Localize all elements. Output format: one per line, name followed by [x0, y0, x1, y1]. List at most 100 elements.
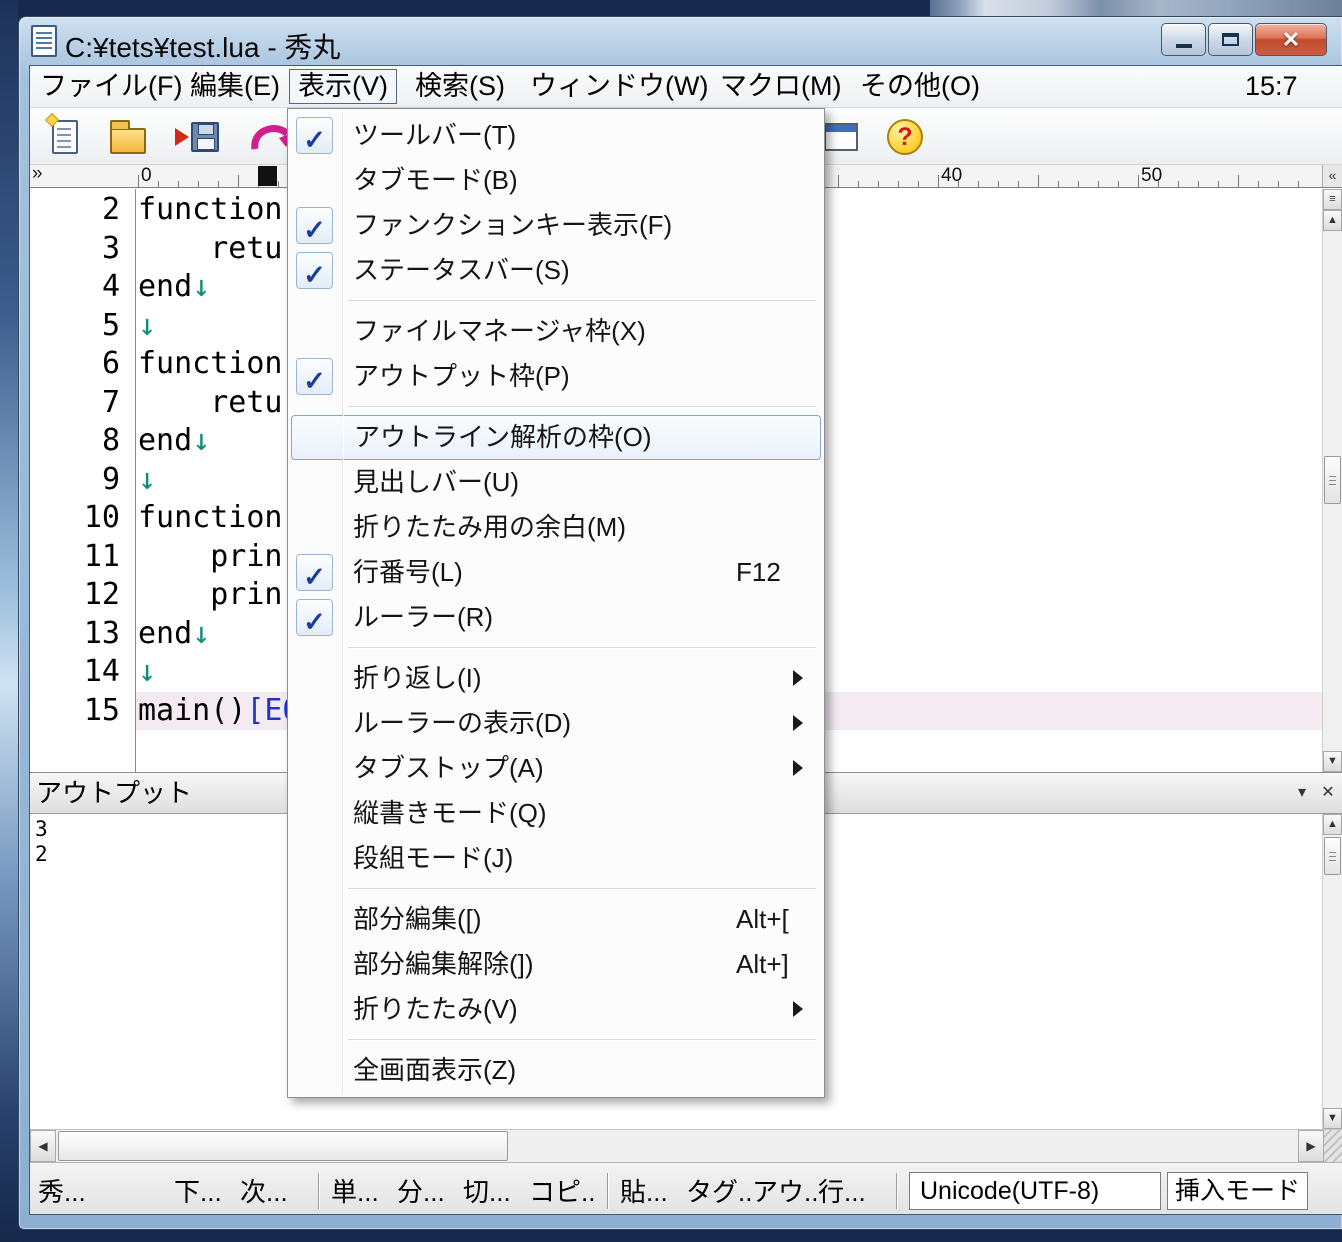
menu-item[interactable]: 縦書きモード(Q)	[291, 791, 821, 836]
menu-item-shortcut: F12	[736, 550, 781, 595]
newline-mark-icon: ↓	[138, 654, 156, 689]
minimize-button[interactable]	[1161, 23, 1206, 56]
function-key-button[interactable]: 切...	[463, 1172, 529, 1209]
scroll-down-icon[interactable]: ▼	[1323, 751, 1342, 772]
chevron-double-right-icon[interactable]: »	[32, 163, 43, 185]
function-key-button[interactable]: タグ...	[686, 1172, 752, 1209]
separator	[318, 1173, 319, 1209]
line-number: 9	[30, 461, 135, 500]
menu-macro[interactable]: マクロ(M)	[717, 69, 844, 104]
menu-item-label: ツールバー(T)	[353, 120, 516, 150]
menu-item[interactable]: ルーラーの表示(D)	[291, 701, 821, 746]
save-button[interactable]	[168, 114, 226, 160]
menu-item[interactable]: ファイルマネージャ枠(X)	[291, 309, 821, 354]
menu-item-label: 見出しバー(U)	[353, 467, 519, 497]
function-key-button[interactable]: 単...	[331, 1172, 397, 1209]
menu-item-label: 折りたたみ(V)	[353, 994, 518, 1024]
help-icon: ?	[887, 119, 923, 155]
menu-item-label: ルーラーの表示(D)	[353, 708, 571, 738]
menu-item[interactable]: ✓ ファンクションキー表示(F)	[291, 203, 821, 248]
newline-mark-icon: ↓	[138, 308, 156, 343]
checkmark-icon: ✓	[296, 207, 333, 244]
menu-item[interactable]: 部分編集([) Alt+[	[291, 897, 821, 942]
menu-item[interactable]: 折りたたみ(V)	[291, 987, 821, 1032]
menu-item[interactable]: ✓ ルーラー(R)	[291, 595, 821, 640]
scroll-down-icon[interactable]: ▼	[1323, 1108, 1342, 1129]
menu-item-label: 部分編集([)	[353, 904, 482, 934]
menu-bar: ファイル(F) 編集(E) 表示(V) 検索(S) ウィンドウ(W) マクロ(M…	[30, 66, 1342, 108]
function-key-button[interactable]: 下...	[174, 1172, 240, 1209]
checkmark-icon: ✓	[296, 252, 333, 289]
title-bar[interactable]: C:¥tets¥test.lua - 秀丸 ✕	[19, 17, 1342, 65]
menu-item[interactable]: タブストップ(A)	[291, 746, 821, 791]
scrollbar-thumb[interactable]	[58, 1131, 508, 1161]
menu-item[interactable]: タブモード(B)	[291, 158, 821, 203]
function-key-button[interactable]: 行...	[818, 1172, 884, 1209]
menu-item[interactable]: 部分編集解除(]) Alt+]	[291, 942, 821, 987]
output-scrollbar[interactable]: ▲ ▼	[1322, 814, 1342, 1129]
menu-file[interactable]: ファイル(F)	[37, 69, 185, 104]
caret-down-icon[interactable]: ▾	[1290, 781, 1314, 805]
open-file-button[interactable]	[103, 114, 153, 160]
function-key-button[interactable]: アウ...	[752, 1172, 818, 1209]
menu-separator	[348, 406, 816, 408]
menu-item-label: 全画面表示(Z)	[353, 1055, 516, 1085]
scroll-up-icon[interactable]: ▲	[1323, 814, 1342, 835]
help-button[interactable]: ?	[880, 114, 930, 160]
function-key-button[interactable]: 貼...	[620, 1172, 686, 1209]
close-button[interactable]: ✕	[1255, 23, 1327, 56]
menu-item[interactable]: 見出しバー(U)	[291, 460, 821, 505]
menu-item[interactable]: ✓ ツールバー(T)	[291, 113, 821, 158]
menu-item[interactable]: ✓ 行番号(L) F12	[291, 550, 821, 595]
view-menu-popup: ✓ ツールバー(T) タブモード(B) ✓ ファンクションキー表示(F) ✓ ス…	[287, 108, 825, 1098]
collapse-icon[interactable]: «	[1322, 165, 1342, 187]
menu-item[interactable]: 折りたたみ用の余白(M)	[291, 505, 821, 550]
function-key-button[interactable]: 秀...	[38, 1172, 104, 1209]
menu-item-label: 行番号(L)	[353, 557, 463, 587]
menu-window[interactable]: ウィンドウ(W)	[527, 69, 711, 104]
scrollbar-track[interactable]	[1323, 835, 1342, 1108]
resize-grip[interactable]	[1324, 1130, 1342, 1162]
ruler-label: 0	[141, 165, 152, 187]
submenu-arrow-icon	[793, 760, 803, 776]
menu-item[interactable]: 全画面表示(Z)	[291, 1048, 821, 1093]
menu-separator	[348, 300, 816, 302]
function-key-button[interactable]: 分...	[397, 1172, 463, 1209]
line-number: 3	[30, 230, 135, 269]
scrollbar-track[interactable]	[1323, 231, 1342, 751]
editor-scrollbar[interactable]: ≡ ▲ ▼	[1322, 189, 1342, 772]
menu-item[interactable]: アウトライン解析の枠(O)	[291, 415, 821, 460]
newline-mark-icon: ↓	[192, 616, 210, 651]
menu-others[interactable]: その他(O)	[857, 69, 983, 104]
function-key-button[interactable]: 次...	[240, 1172, 306, 1209]
output-pane-title: アウトプット	[36, 778, 192, 808]
scrollbar-thumb[interactable]	[1324, 456, 1341, 504]
menu-view[interactable]: 表示(V)	[289, 69, 397, 104]
output-close-icon[interactable]: ✕	[1316, 781, 1340, 805]
line-number: 5	[30, 307, 135, 346]
maximize-button[interactable]	[1208, 23, 1253, 56]
ruler-label: 40	[941, 165, 962, 187]
separator	[607, 1173, 608, 1209]
menu-item-label: ステータスバー(S)	[353, 255, 570, 285]
input-mode-indicator[interactable]: 挿入モード	[1167, 1172, 1308, 1210]
scroll-up-icon[interactable]: ▲	[1323, 210, 1342, 231]
scroll-right-icon[interactable]: ▶	[1298, 1130, 1324, 1162]
menu-edit[interactable]: 編集(E)	[187, 69, 283, 104]
scroll-left-icon[interactable]: ◀	[30, 1130, 56, 1162]
menu-item[interactable]: 折り返し(I)	[291, 656, 821, 701]
desktop-edge	[0, 0, 18, 1242]
window-title: C:¥tets¥test.lua - 秀丸	[65, 26, 340, 66]
function-key-button[interactable]: コピ...	[529, 1172, 595, 1209]
menu-item[interactable]: ✓ ステータスバー(S)	[291, 248, 821, 293]
line-number: 10	[30, 499, 135, 538]
menu-search[interactable]: 検索(S)	[412, 69, 508, 104]
scrollbar-track[interactable]	[56, 1130, 1298, 1162]
outline-toggle-icon[interactable]: ≡	[1323, 189, 1342, 210]
scrollbar-thumb[interactable]	[1324, 837, 1341, 875]
horizontal-scrollbar[interactable]: ◀ ▶	[30, 1129, 1342, 1162]
menu-item[interactable]: ✓ アウトプット枠(P)	[291, 354, 821, 399]
new-file-button[interactable]	[40, 114, 90, 160]
encoding-indicator[interactable]: Unicode(UTF-8)	[909, 1172, 1161, 1210]
menu-item[interactable]: 段組モード(J)	[291, 836, 821, 881]
